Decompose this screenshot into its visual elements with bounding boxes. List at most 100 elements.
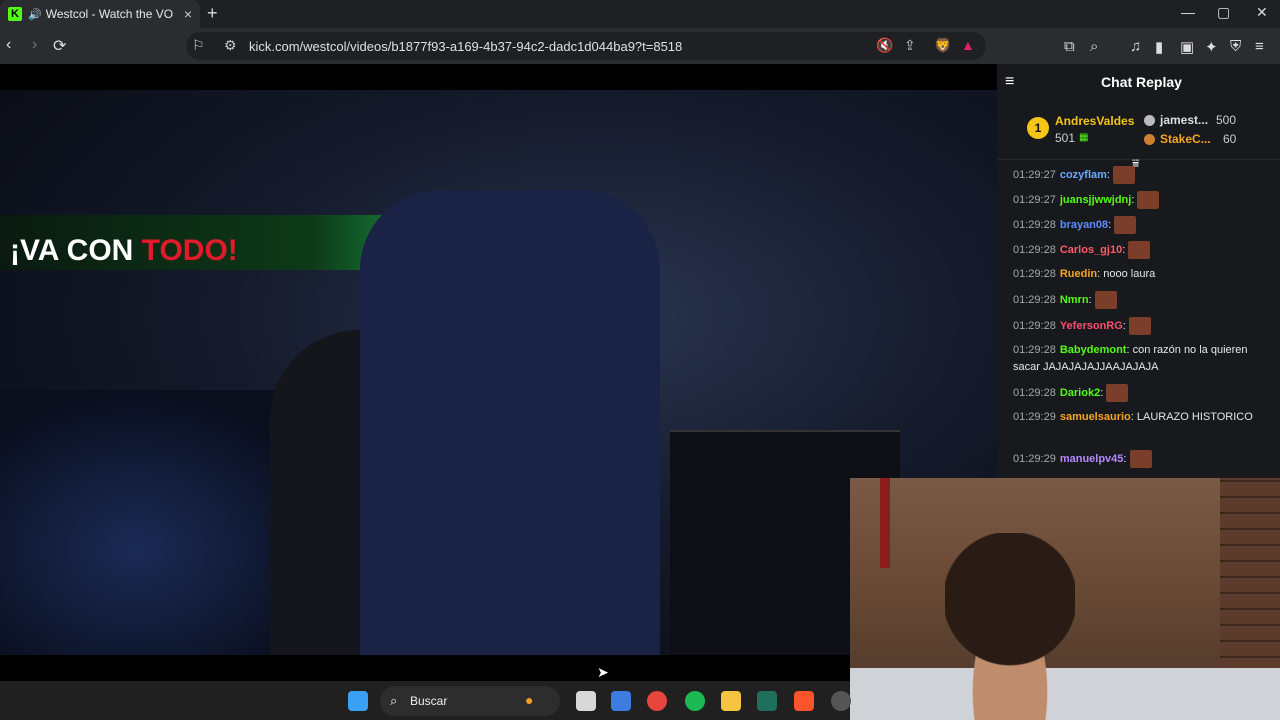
obs-icon[interactable] [831, 691, 851, 711]
browser-tab[interactable]: K 🔊 Westcol - Watch the VOD on × [0, 0, 200, 28]
app-icon[interactable] [757, 691, 777, 711]
url-text[interactable]: kick.com/westcol/videos/b1877f93-a169-4b… [249, 39, 682, 54]
led-banner-text: ¡VA CON TODO! [10, 234, 238, 267]
leader-name[interactable]: AndresValdes [1055, 114, 1134, 128]
site-info-icon[interactable]: ⚙ [224, 37, 237, 54]
chat-message: 01:29:28 Ruedin: nooo laura [1013, 266, 1273, 283]
chrome-icon[interactable] [647, 691, 667, 711]
video-player[interactable]: ¡VA CON TODO! [0, 64, 997, 681]
brave-rewards-icon[interactable]: ▲ [961, 37, 975, 53]
chat-message: 01:29:29 manuelpv45: [1013, 450, 1273, 468]
wall-stain [880, 478, 890, 568]
wallet-icon[interactable]: ▣ [1180, 38, 1194, 56]
menu-icon[interactable]: ≡ [1255, 38, 1264, 55]
gift-leaderboard: 1 AndresValdes 501 ▦ jamest... 500 Stake… [997, 102, 1280, 160]
mouse-cursor-icon: ➤ [597, 664, 609, 680]
extensions-icon[interactable]: ⧉ [1064, 38, 1075, 55]
chat-title: Chat Replay [1101, 74, 1182, 90]
forward-icon[interactable]: › [32, 36, 37, 54]
webcam-overlay [850, 478, 1280, 720]
performer-center [360, 190, 660, 655]
chat-panel: ≡ Chat Replay 1 AndresValdes 501 ▦ james… [997, 64, 1280, 478]
message-timestamp: 01:29:28 [1013, 319, 1056, 332]
leader-count: 501 [1055, 131, 1076, 145]
message-text: LAURAZO HISTORICO [1136, 411, 1253, 423]
bookmark-icon[interactable]: ⚐ [192, 37, 205, 54]
message-username[interactable]: brayan08 [1060, 219, 1108, 231]
message-timestamp: 01:29:28 [1013, 243, 1056, 256]
taskbar-search[interactable]: ⌕ Buscar ● [380, 686, 560, 716]
windows-taskbar: ⌕ Buscar ● [0, 681, 851, 720]
chat-message: 01:29:28 Nmrn: [1013, 291, 1273, 309]
leo-ai-icon[interactable]: ✦ [1205, 38, 1218, 56]
reload-icon[interactable]: ⟳ [53, 36, 66, 56]
share-icon[interactable]: ⇪ [904, 37, 916, 54]
message-text: nooo laura [1103, 268, 1156, 280]
video-frame: ¡VA CON TODO! [0, 90, 997, 655]
fruit-widget-icon: ● [525, 692, 534, 708]
chat-message: 01:29:28 Babydemont: con razón no la quie… [1013, 342, 1273, 376]
minimize-button[interactable]: — [1181, 4, 1195, 20]
store-icon[interactable] [611, 691, 631, 711]
windows-start-icon[interactable] [348, 691, 368, 711]
tab-close-icon[interactable]: × [184, 6, 192, 22]
message-username[interactable]: Carlos_gj10 [1060, 244, 1122, 256]
chat-message: 01:29:28 YefersonRG: [1013, 317, 1273, 335]
chat-message: 01:29:28 Dariok2: [1013, 384, 1273, 402]
leader-name[interactable]: StakeC... [1160, 132, 1211, 146]
message-timestamp: 01:29:28 [1013, 386, 1056, 399]
close-window-button[interactable]: ✕ [1256, 4, 1268, 21]
message-timestamp: 01:29:29 [1013, 452, 1056, 465]
bronze-badge-icon [1144, 134, 1155, 145]
message-username[interactable]: Ruedin [1060, 268, 1097, 280]
mute-icon[interactable]: 🔇 [876, 37, 893, 54]
emote-icon [1106, 384, 1129, 402]
emote-icon [1128, 241, 1151, 259]
emote-icon [1094, 291, 1117, 309]
message-username[interactable]: manuelpv45 [1060, 453, 1124, 465]
separator: : [1088, 293, 1095, 306]
search-label: Buscar [410, 694, 448, 708]
tab-title: Westcol - Watch the VOD on [45, 7, 174, 21]
leader-count: 500 [1216, 113, 1237, 127]
search-icon: ⌕ [390, 693, 398, 708]
spotify-icon[interactable] [685, 691, 705, 711]
message-username[interactable]: Dariok2 [1060, 387, 1100, 399]
emote-icon [1129, 450, 1152, 468]
tab-search-icon[interactable]: ⌕ [1090, 38, 1098, 55]
new-tab-button[interactable]: + [207, 3, 218, 24]
message-timestamp: 01:29:27 [1013, 193, 1056, 206]
leader-count: 60 [1223, 132, 1237, 146]
task-view-icon[interactable] [576, 691, 596, 711]
message-username[interactable]: YefersonRG [1060, 320, 1123, 332]
emote-icon [1137, 191, 1160, 209]
brave-icon[interactable] [794, 691, 814, 711]
chat-message: 01:29:27 juansjjwwjdnj: [1013, 191, 1273, 209]
speaker-icon[interactable]: 🔊 [28, 8, 42, 21]
file-explorer-icon[interactable] [721, 691, 741, 711]
emote-icon [1113, 166, 1136, 184]
message-username[interactable]: cozyflam [1060, 169, 1107, 181]
music-icon[interactable]: ♫ [1130, 38, 1141, 55]
chat-header: ≡ Chat Replay [997, 64, 1280, 102]
rank-badge: 1 [1027, 117, 1049, 139]
silver-badge-icon [1144, 115, 1155, 126]
leader-name[interactable]: jamest... [1160, 113, 1208, 127]
chat-message: 01:29:28 brayan08: [1013, 216, 1273, 234]
vpn-icon[interactable]: ⛨ [1230, 38, 1241, 55]
address-bar[interactable]: ⚐ ⚙ kick.com/westcol/videos/b1877f93-a16… [186, 32, 986, 60]
back-icon[interactable]: ‹ [6, 36, 11, 54]
message-timestamp: 01:29:28 [1013, 268, 1056, 280]
message-username[interactable]: Babydemont [1060, 344, 1127, 356]
message-username[interactable]: juansjjwwjdnj [1060, 194, 1132, 206]
gift-icon: ▦ [1079, 132, 1089, 143]
chat-message: 01:29:29 samuelsaurio: LAURAZO HISTORICO [1013, 409, 1273, 426]
maximize-button[interactable]: ▢ [1217, 4, 1230, 21]
message-timestamp: 01:29:28 [1013, 218, 1056, 231]
message-username[interactable]: Nmrn [1060, 294, 1089, 306]
message-timestamp: 01:29:29 [1013, 411, 1056, 423]
sidebar-icon[interactable]: ▮ [1155, 38, 1163, 56]
separator: : [1123, 452, 1130, 465]
message-username[interactable]: samuelsaurio [1060, 411, 1131, 423]
brave-shields-icon[interactable]: 🦁 [934, 37, 951, 54]
